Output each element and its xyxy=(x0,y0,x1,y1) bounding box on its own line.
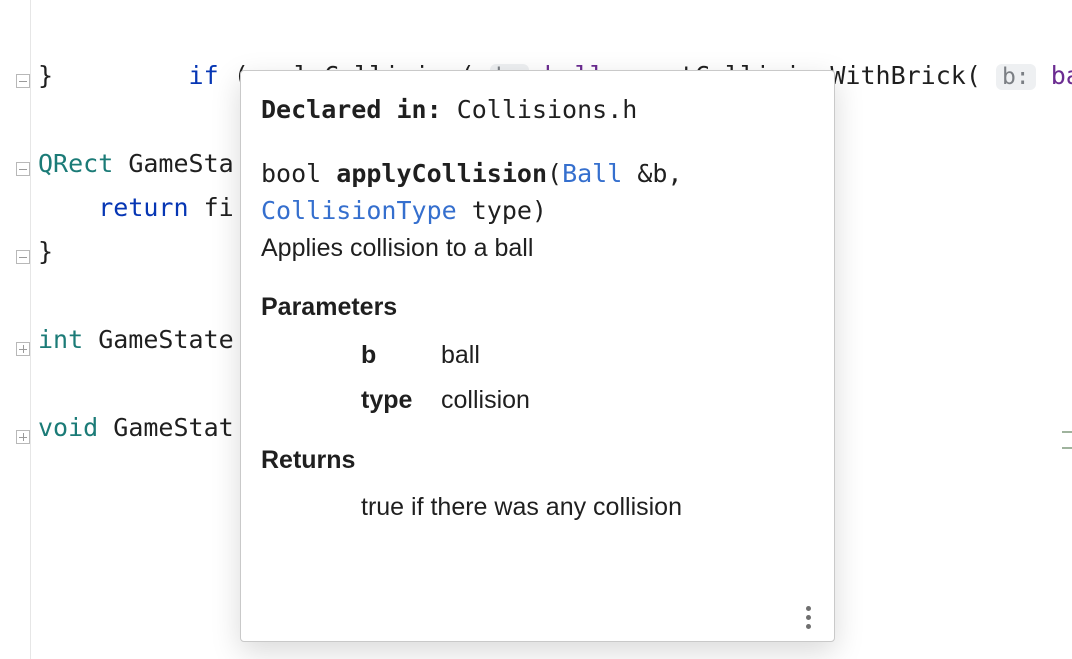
more-options-icon[interactable] xyxy=(796,605,820,629)
type-void[interactable]: void xyxy=(38,413,98,442)
param-row: type collision xyxy=(361,382,814,420)
sig-return-type: bool xyxy=(261,159,321,188)
code-editor[interactable]: if (applyCollision( b: ball_, getCollisi… xyxy=(0,0,1072,659)
sig-param-type[interactable]: CollisionType xyxy=(261,196,457,225)
fold-handle[interactable] xyxy=(16,74,30,88)
declared-in-value[interactable]: Collisions.h xyxy=(457,95,638,124)
param-name: type xyxy=(361,382,441,420)
returns-desc: true if there was any collision xyxy=(361,489,814,527)
sig-param-type[interactable]: Ball xyxy=(562,159,622,188)
param-row: b ball xyxy=(361,337,814,375)
param-desc: collision xyxy=(441,382,530,420)
inlay-hint: b: xyxy=(996,64,1036,90)
fold-handle-collapsed[interactable] xyxy=(16,430,30,444)
signature: bool applyCollision(Ball &b, CollisionTy… xyxy=(261,155,814,230)
keyword-if: if xyxy=(189,61,219,90)
type-int[interactable]: int xyxy=(38,325,83,354)
gutter xyxy=(0,0,31,659)
keyword-return: return xyxy=(98,193,188,222)
doc-brief: Applies collision to a ball xyxy=(261,230,814,268)
fold-handle[interactable] xyxy=(16,250,30,264)
quick-doc-popup: Declared in: Collisions.h bool applyColl… xyxy=(240,70,835,642)
returns-heading: Returns xyxy=(261,442,814,480)
member-ball[interactable]: ball_ xyxy=(1051,61,1072,90)
parameters-heading: Parameters xyxy=(261,289,814,327)
fold-handle-collapsed[interactable] xyxy=(16,342,30,356)
scrollbar-marker[interactable] xyxy=(1062,431,1072,449)
param-desc: ball xyxy=(441,337,480,375)
param-name: b xyxy=(361,337,441,375)
type-QRect[interactable]: QRect xyxy=(38,149,113,178)
declared-in-line: Declared in: Collisions.h xyxy=(261,91,814,129)
code-line[interactable]: if (applyCollision( b: ball_, getCollisi… xyxy=(38,10,1068,54)
sig-fn-name: applyCollision xyxy=(336,159,547,188)
declared-in-label: Declared in: xyxy=(261,95,442,124)
fold-handle[interactable] xyxy=(16,162,30,176)
